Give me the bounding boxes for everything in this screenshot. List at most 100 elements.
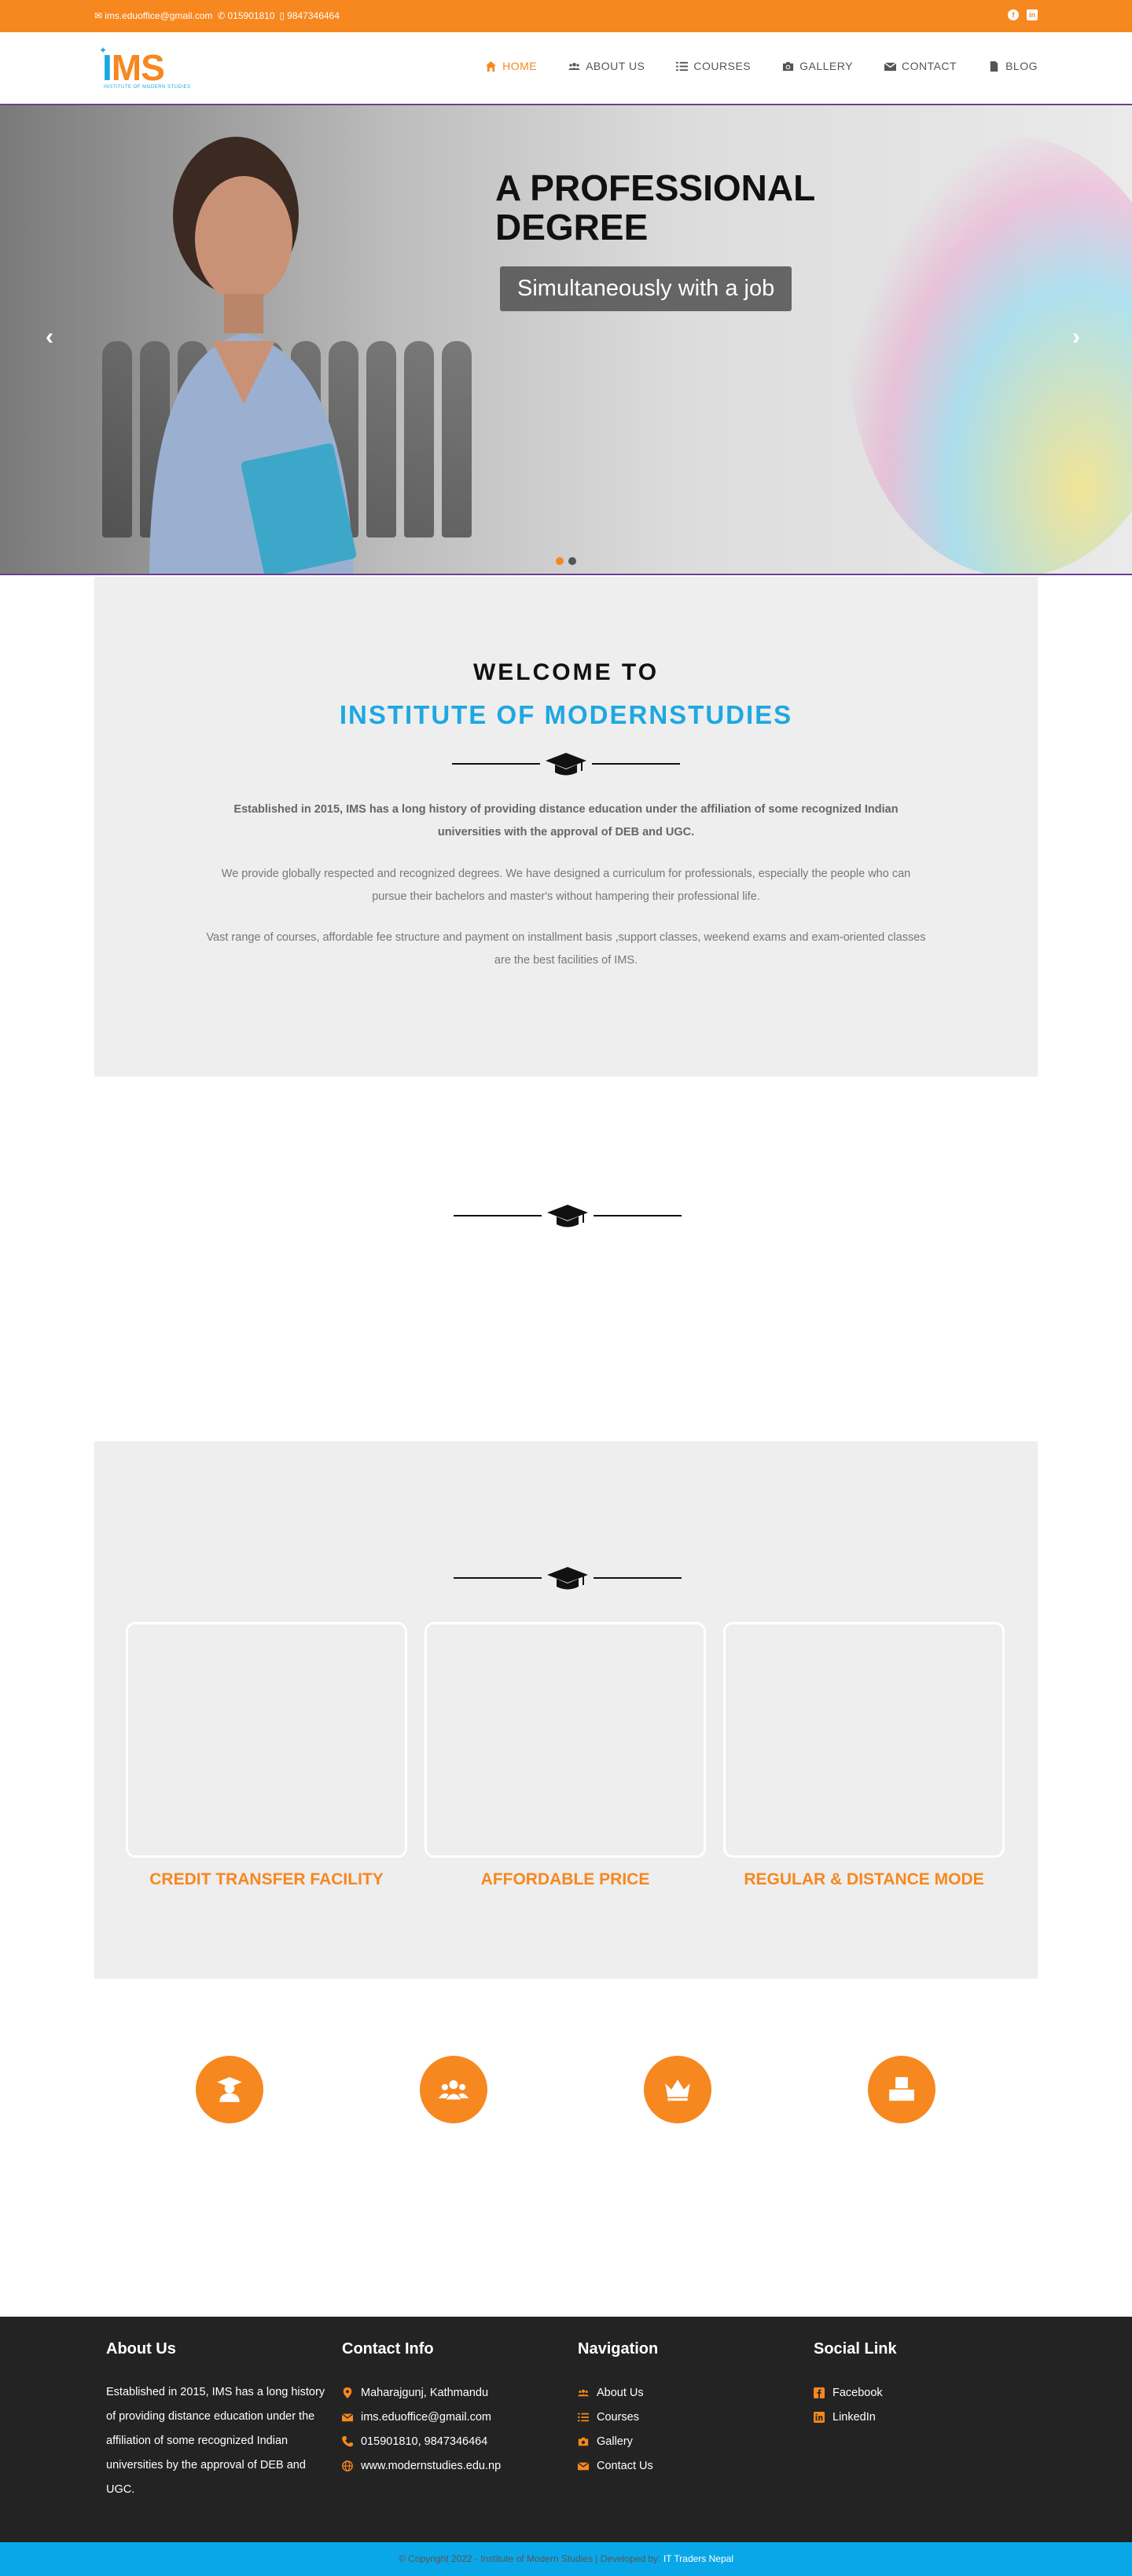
nav-about-label: ABOUT US bbox=[586, 60, 645, 72]
users-icon bbox=[578, 2389, 589, 2396]
linkedin-icon bbox=[814, 2411, 825, 2423]
group-circle bbox=[420, 2056, 487, 2123]
footer-phone[interactable]: 015901810, 9847346464 bbox=[342, 2429, 562, 2453]
nav-contact[interactable]: CONTACT bbox=[884, 60, 957, 72]
nav-contact-label: CONTACT bbox=[901, 60, 957, 72]
footer-about-text: Established in 2015, IMS has a long hist… bbox=[106, 2386, 325, 2496]
facebook-icon[interactable]: f bbox=[1008, 9, 1019, 20]
footer-nav-gallery[interactable]: Gallery bbox=[578, 2429, 798, 2453]
slider-dot[interactable] bbox=[568, 557, 576, 565]
feature-card-regular-distance[interactable] bbox=[723, 1622, 1005, 1858]
nav-home[interactable]: HOME bbox=[485, 60, 537, 72]
map-marker-icon bbox=[343, 2387, 352, 2398]
footer-contact-title: Contact Info bbox=[342, 2340, 434, 2358]
logo-i: I bbox=[102, 47, 112, 88]
footer-phone-text: 015901810, 9847346464 bbox=[361, 2435, 488, 2448]
camera-icon bbox=[578, 2437, 589, 2446]
footer-nav-courses-label: Courses bbox=[597, 2410, 639, 2424]
mobile-icon: ▯ bbox=[279, 10, 285, 21]
logo-tagline: INSTITUTE OF MODERN STUDIES bbox=[104, 85, 191, 90]
welcome-intro: Established in 2015, IMS has a long hist… bbox=[233, 803, 899, 838]
list-icon bbox=[676, 61, 689, 71]
linkedin-icon[interactable]: in bbox=[1027, 9, 1038, 20]
footer-nav-contact[interactable]: Contact Us bbox=[578, 2453, 798, 2478]
email-text: ims.eduoffice@gmail.com bbox=[105, 10, 213, 21]
footer-facebook-link[interactable]: Facebook bbox=[814, 2380, 1034, 2405]
footer-nav-contact-label: Contact Us bbox=[597, 2459, 653, 2472]
nav-courses[interactable]: COURSES bbox=[676, 60, 751, 72]
top-social-links: f in bbox=[1008, 9, 1038, 20]
features-section: CREDIT TRANSFER FACILITY AFFORDABLE PRIC… bbox=[94, 1441, 1038, 1979]
hero-subline: Simultaneously with a job bbox=[500, 266, 792, 311]
graduation-cap-icon bbox=[547, 1567, 588, 1590]
envelope-icon bbox=[342, 2413, 353, 2421]
welcome-heading: WELCOME TO bbox=[472, 659, 660, 685]
site-footer: About Us Established in 2015, IMS has a … bbox=[0, 2317, 1132, 2542]
slider-prev-button[interactable]: ‹ bbox=[46, 324, 53, 350]
phone-contact[interactable]: ✆ 015901810 bbox=[217, 10, 274, 21]
nav-gallery[interactable]: GALLERY bbox=[782, 60, 853, 72]
email-contact[interactable]: ✉ ims.eduoffice@gmail.com bbox=[94, 10, 212, 21]
feature-card-credit-transfer[interactable] bbox=[126, 1622, 407, 1858]
footer-navigation: Navigation About Us Courses Gallery Cont… bbox=[578, 2340, 798, 2478]
footer-navigation-title: Navigation bbox=[578, 2340, 659, 2358]
list-icon bbox=[578, 2413, 589, 2421]
main-nav: HOME ABOUT US COURSES GALLERY CONTACT BL… bbox=[485, 60, 1038, 72]
footer-nav-courses[interactable]: Courses bbox=[578, 2405, 798, 2429]
facebook-icon bbox=[814, 2387, 825, 2398]
footer-website[interactable]: www.modernstudies.edu.np bbox=[342, 2453, 562, 2478]
boxes-circle bbox=[868, 2056, 935, 2123]
footer-contact: Contact Info Maharajgunj, Kathmandu ims.… bbox=[342, 2340, 562, 2478]
copyright-bar: © Copyright 2022 - Institute of Modern S… bbox=[0, 2542, 1132, 2576]
phone-icon: ✆ bbox=[217, 10, 226, 21]
footer-linkedin-label: LinkedIn bbox=[832, 2410, 876, 2424]
section-divider bbox=[452, 748, 680, 780]
feature-card-affordable-price[interactable] bbox=[424, 1622, 706, 1858]
hero-person-image bbox=[149, 137, 357, 574]
footer-nav-about-label: About Us bbox=[597, 2386, 644, 2399]
footer-email-text: ims.eduoffice@gmail.com bbox=[361, 2410, 491, 2424]
group-icon bbox=[439, 2080, 469, 2100]
footer-social-title: Social Link bbox=[814, 2340, 897, 2358]
hero-slider: A PROFESSIONAL DEGREE Simultaneously wit… bbox=[0, 105, 1132, 575]
developer-link[interactable]: IT Traders Nepal bbox=[663, 2553, 733, 2564]
nav-blog-label: BLOG bbox=[1005, 60, 1038, 72]
file-icon bbox=[990, 61, 998, 72]
footer-facebook-label: Facebook bbox=[832, 2386, 883, 2399]
welcome-degrees: We provide globally respected and recogn… bbox=[221, 868, 911, 903]
top-bar: ✉ ims.eduoffice@gmail.com ✆ 015901810 ▯ … bbox=[0, 0, 1132, 32]
ims-logo[interactable]: ✦ IMS INSTITUTE OF MODERN STUDIES bbox=[94, 45, 191, 92]
envelope-icon bbox=[578, 2461, 589, 2470]
footer-address-text: Maharajgunj, Kathmandu bbox=[361, 2386, 489, 2399]
camera-icon bbox=[783, 61, 794, 71]
nav-about[interactable]: ABOUT US bbox=[568, 60, 645, 72]
boxes-icon bbox=[889, 2077, 914, 2101]
globe-icon bbox=[342, 2460, 353, 2471]
footer-linkedin-link[interactable]: LinkedIn bbox=[814, 2405, 1034, 2429]
stats-section bbox=[0, 1979, 1132, 2317]
welcome-facilities: Vast range of courses, affordable fee st… bbox=[206, 931, 926, 967]
footer-nav-about[interactable]: About Us bbox=[578, 2380, 798, 2405]
nav-courses-label: COURSES bbox=[693, 60, 752, 72]
users-icon bbox=[568, 62, 581, 70]
home-icon bbox=[486, 61, 497, 72]
section-divider bbox=[454, 1562, 682, 1594]
nav-home-label: HOME bbox=[502, 60, 538, 72]
nav-blog[interactable]: BLOG bbox=[988, 60, 1038, 72]
footer-website-text: www.modernstudies.edu.np bbox=[361, 2459, 502, 2472]
copyright-text: © Copyright 2022 - Institute of Modern S… bbox=[399, 2553, 661, 2564]
footer-email[interactable]: ims.eduoffice@gmail.com bbox=[342, 2405, 562, 2429]
graduate-icon bbox=[217, 2077, 242, 2102]
courses-section bbox=[0, 1077, 1132, 1441]
site-header: ✦ IMS INSTITUTE OF MODERN STUDIES HOME A… bbox=[0, 32, 1132, 105]
mobile-contact[interactable]: ▯ 9847346464 bbox=[280, 10, 340, 21]
slider-dot[interactable] bbox=[556, 557, 564, 565]
footer-about-title: About Us bbox=[106, 2340, 176, 2358]
feature-title: REGULAR & DISTANCE MODE bbox=[744, 1870, 984, 1888]
graduation-cap-icon bbox=[547, 1205, 588, 1227]
phone-icon bbox=[342, 2435, 353, 2446]
slider-next-button[interactable]: › bbox=[1072, 324, 1080, 350]
institute-name: INSTITUTE OF MODERNSTUDIES bbox=[339, 700, 793, 729]
crown-icon bbox=[665, 2079, 690, 2101]
feature-title: CREDIT TRANSFER FACILITY bbox=[149, 1870, 384, 1888]
